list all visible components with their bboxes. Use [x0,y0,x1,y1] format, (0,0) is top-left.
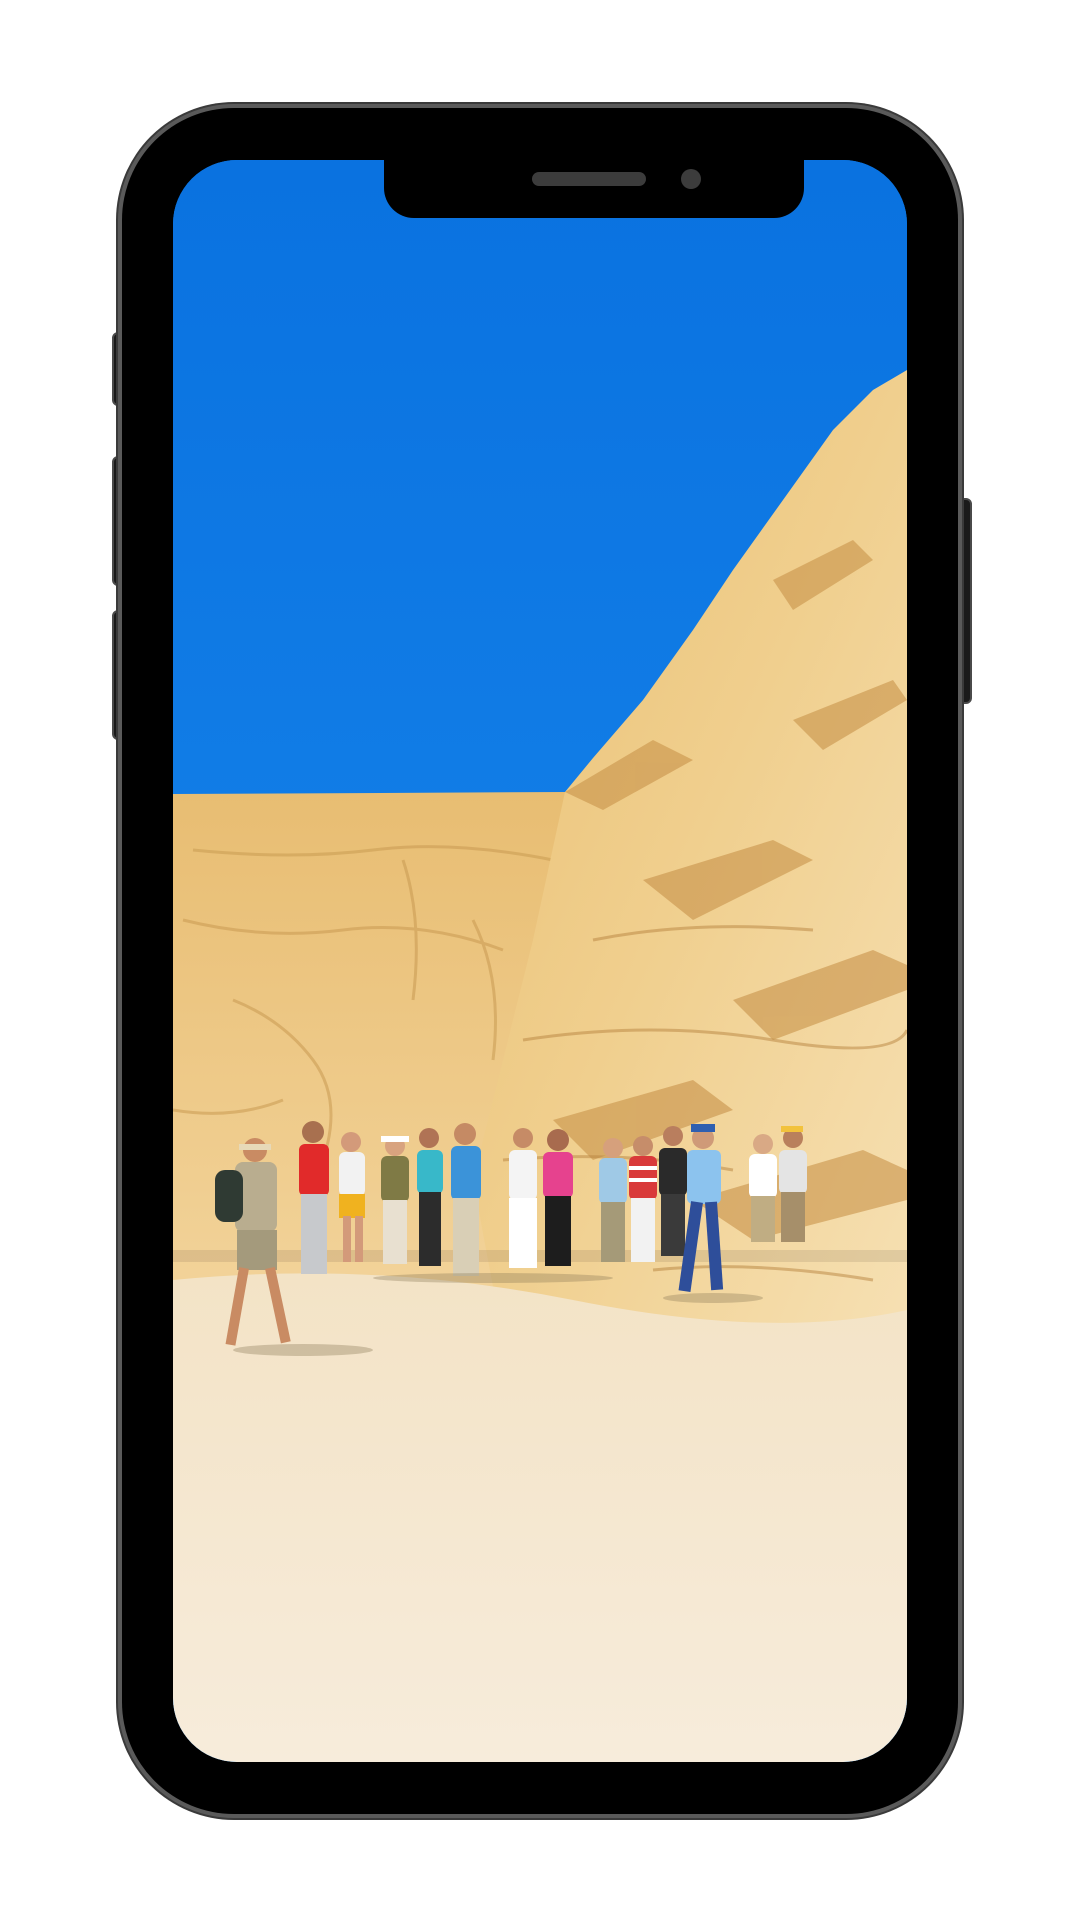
phone-frame [122,108,958,1814]
phone-screen [173,160,907,1762]
notch [384,160,804,218]
power-button[interactable] [958,498,972,704]
page-background [0,0,1080,1920]
wallpaper-photo [173,160,907,1762]
front-camera [681,169,701,189]
earpiece-speaker [532,172,646,186]
